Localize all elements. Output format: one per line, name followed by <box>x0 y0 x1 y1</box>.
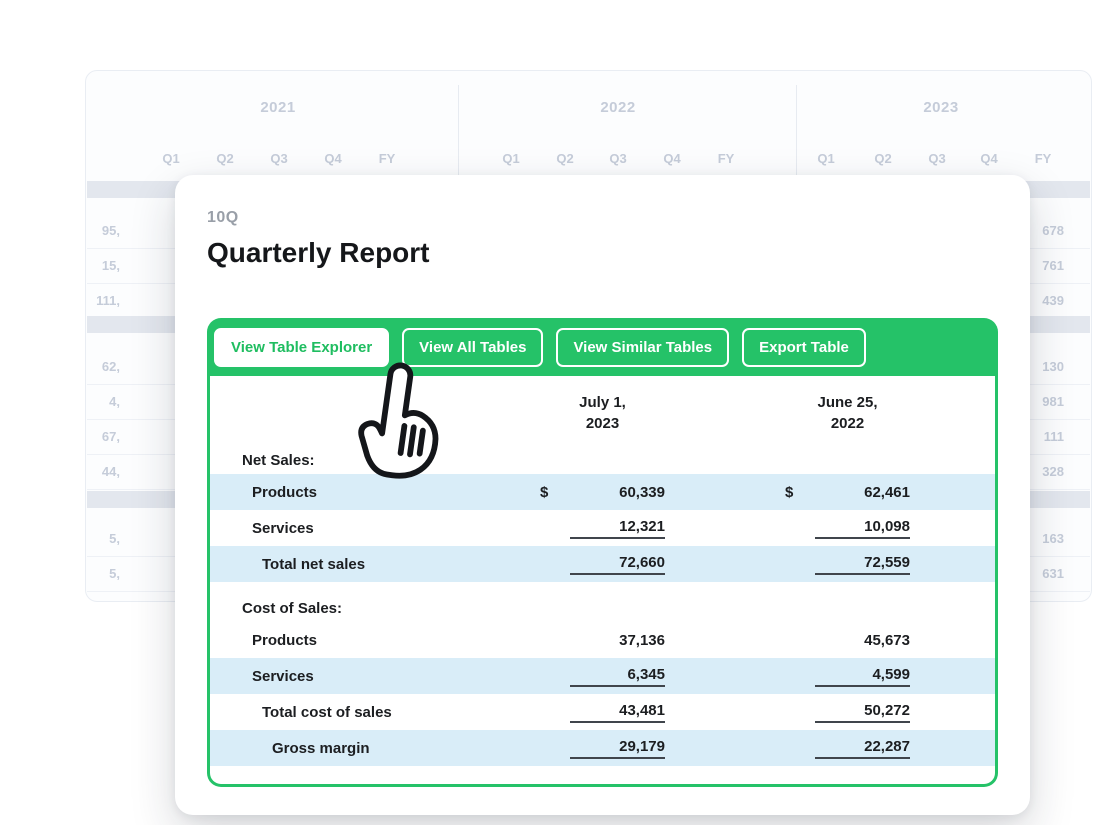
bg-quarter-header: FY <box>379 151 396 166</box>
currency-symbol: $ <box>785 484 815 501</box>
hand-pointer-cursor <box>344 354 456 492</box>
currency-symbol: $ <box>540 484 570 501</box>
page-title: Quarterly Report <box>207 237 998 269</box>
cell-value: 12,321 <box>570 518 665 539</box>
table-panel: View Table Explorer View All Tables View… <box>207 318 998 787</box>
bg-quarter-header: Q1 <box>817 151 834 166</box>
financial-table: July 1, 2023 June 25, 2022 Net Sales: Pr… <box>210 376 995 784</box>
table-header-row: July 1, 2023 June 25, 2022 <box>210 376 995 446</box>
bg-quarter-header: Q3 <box>609 151 626 166</box>
bg-cell-fragment: 5, <box>87 556 120 591</box>
cell-value: 29,179 <box>570 738 665 759</box>
bg-year-header: 2022 <box>600 99 635 116</box>
bg-cell-fragment: 95, <box>87 213 120 248</box>
table-row: Total cost of sales 43,481 50,272 <box>210 694 995 730</box>
row-label: Total net sales <box>210 556 540 573</box>
bg-cell-fragment: 111, <box>87 283 120 318</box>
bg-cell-fragment: 44, <box>87 454 120 489</box>
bg-cell-fragment: 4, <box>87 384 120 419</box>
cell-value: 6,345 <box>570 666 665 687</box>
row-label: Gross margin <box>210 740 540 757</box>
export-table-button[interactable]: Export Table <box>742 328 866 367</box>
table-row: Cost of Sales: <box>210 594 995 622</box>
row-label: Services <box>210 668 540 685</box>
bg-quarter-header: Q1 <box>502 151 519 166</box>
bg-quarter-header: Q2 <box>216 151 233 166</box>
bg-quarter-header: Q1 <box>162 151 179 166</box>
cell-value: 45,673 <box>815 632 910 649</box>
cell-value: 22,287 <box>815 738 910 759</box>
cell-value: 60,339 <box>570 484 665 501</box>
bg-quarter-header: FY <box>1035 151 1052 166</box>
bg-year-header: 2023 <box>923 99 958 116</box>
view-similar-tables-button[interactable]: View Similar Tables <box>556 328 729 367</box>
cell-value: 37,136 <box>570 632 665 649</box>
bg-quarter-header: Q4 <box>663 151 680 166</box>
column-header-period-1: July 1, 2023 <box>540 392 665 434</box>
bg-column-divider <box>458 85 459 181</box>
bg-quarter-header: Q3 <box>928 151 945 166</box>
bg-quarter-header: Q4 <box>324 151 341 166</box>
row-label: Products <box>210 484 540 501</box>
bg-quarter-header: FY <box>718 151 735 166</box>
report-type-label: 10Q <box>207 209 998 227</box>
table-row: Products 37,136 45,673 <box>210 622 995 658</box>
row-label: Total cost of sales <box>210 704 540 721</box>
cell-value: 50,272 <box>815 702 910 723</box>
bg-quarter-header: Q4 <box>980 151 997 166</box>
quarterly-report-card: 10Q Quarterly Report View Table Explorer… <box>175 175 1030 815</box>
bg-quarter-header: Q2 <box>556 151 573 166</box>
table-row: Services 6,345 4,599 <box>210 658 995 694</box>
hand-pointer-icon <box>344 354 455 487</box>
bg-column-divider <box>796 85 797 181</box>
bg-quarter-header: Q2 <box>874 151 891 166</box>
table-row: Products $ 60,339 $ 62,461 <box>210 474 995 510</box>
view-all-tables-button[interactable]: View All Tables <box>402 328 543 367</box>
bg-cell-fragment: 67, <box>87 419 120 454</box>
table-row: Total net sales 72,660 72,559 <box>210 546 995 582</box>
bg-cell-fragment: 15, <box>87 248 120 283</box>
cell-value: 72,660 <box>570 554 665 575</box>
cell-value: 43,481 <box>570 702 665 723</box>
table-row: Services 12,321 10,098 <box>210 510 995 546</box>
row-label: Services <box>210 520 540 537</box>
bg-cell-fragment: 5, <box>87 521 120 556</box>
table-row: Gross margin 29,179 22,287 <box>210 730 995 766</box>
bg-cell-fragment: 62, <box>87 349 120 384</box>
cell-value: 72,559 <box>815 554 910 575</box>
column-header-period-2: June 25, 2022 <box>785 392 910 434</box>
cell-value: 10,098 <box>815 518 910 539</box>
cell-value: 62,461 <box>815 484 910 501</box>
table-row: Net Sales: <box>210 446 995 474</box>
bg-year-header: 2021 <box>260 99 295 116</box>
row-label: Products <box>210 632 540 649</box>
bg-quarter-header: Q3 <box>270 151 287 166</box>
table-toolbar: View Table Explorer View All Tables View… <box>207 318 998 376</box>
row-label: Cost of Sales: <box>210 600 540 617</box>
cell-value: 4,599 <box>815 666 910 687</box>
